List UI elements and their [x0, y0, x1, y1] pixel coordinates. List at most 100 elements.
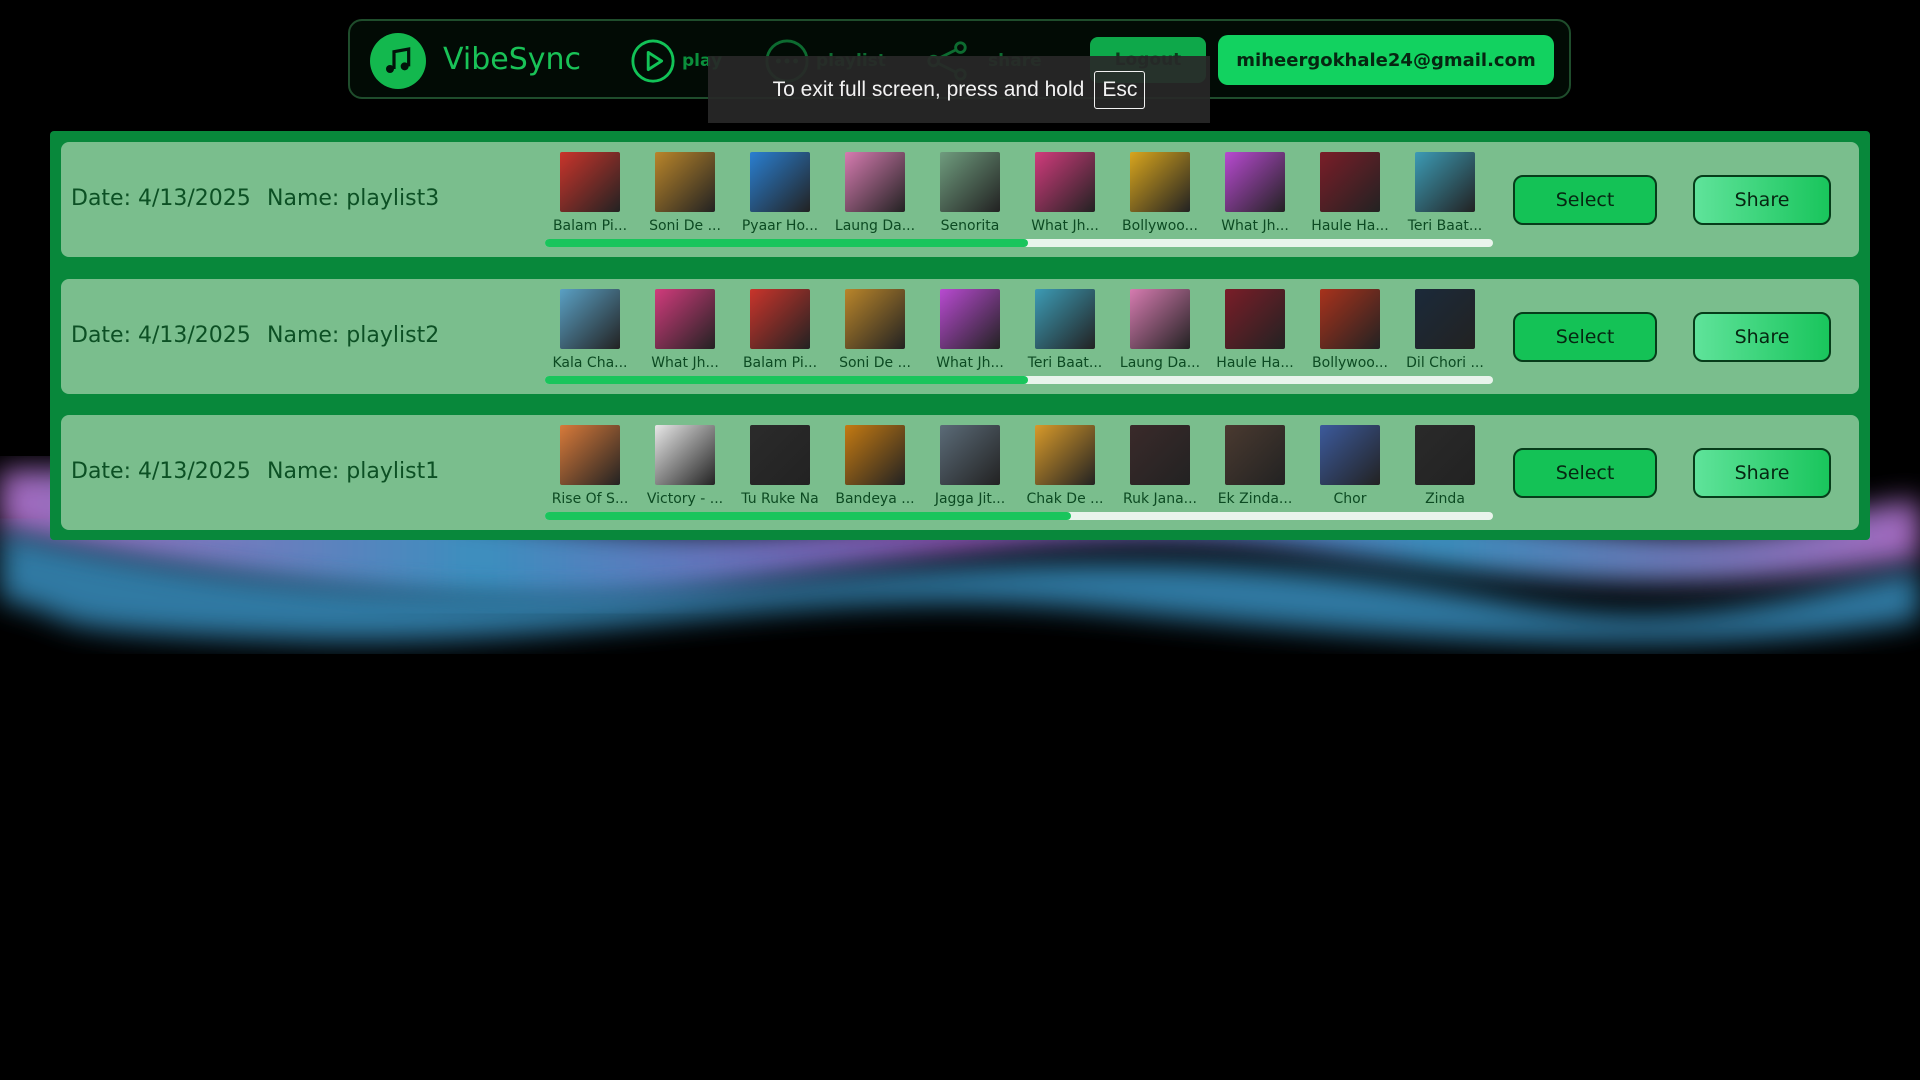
song-item[interactable]: Balam Pi... — [735, 289, 825, 371]
song-cover — [655, 152, 715, 212]
song-title: Bollywoo... — [1122, 218, 1198, 234]
user-email-button[interactable]: miheergokhale24@gmail.com — [1218, 35, 1554, 85]
song-cover — [1225, 289, 1285, 349]
scrollbar-thumb[interactable] — [545, 512, 1072, 520]
song-title: Pyaar Ho... — [741, 218, 819, 234]
playlist-name: Name: playlist1 — [267, 459, 440, 484]
song-title: Rise Of S... — [551, 491, 629, 507]
song-item[interactable]: What Jh... — [1210, 152, 1300, 234]
scrollbar-thumb[interactable] — [545, 239, 1029, 247]
select-button[interactable]: Select — [1513, 175, 1657, 225]
song-title: Chor — [1333, 491, 1367, 507]
playlist-row: Date: 4/13/2025 Name: playlist3 Balam Pi..… — [61, 142, 1859, 257]
song-item[interactable]: Teri Baat... — [1020, 289, 1110, 371]
song-cover — [1130, 152, 1190, 212]
share-button[interactable]: Share — [1693, 312, 1831, 362]
song-cover — [750, 152, 810, 212]
song-cover — [1320, 152, 1380, 212]
music-note-icon[interactable] — [370, 33, 426, 89]
song-item[interactable]: Dil Chori ... — [1400, 289, 1490, 371]
song-item[interactable]: Teri Baat... — [1400, 152, 1490, 234]
song-cover — [1225, 425, 1285, 485]
song-item[interactable]: Ruk Jana... — [1115, 425, 1205, 507]
song-title: Senorita — [940, 218, 1000, 234]
song-cover — [1415, 289, 1475, 349]
song-item[interactable]: Rise Of S... — [545, 425, 635, 507]
song-scrollbar[interactable] — [545, 512, 1493, 520]
song-item[interactable]: Laung Da... — [830, 152, 920, 234]
playlist-date: Date: 4/13/2025 — [71, 186, 251, 211]
song-cover — [1035, 425, 1095, 485]
song-cover — [940, 289, 1000, 349]
song-item[interactable]: Soni De ... — [640, 152, 730, 234]
song-cover — [655, 289, 715, 349]
song-title: What Jh... — [651, 355, 719, 371]
song-scrollbar[interactable] — [545, 239, 1493, 247]
song-item[interactable]: Pyaar Ho... — [735, 152, 825, 234]
select-button[interactable]: Select — [1513, 312, 1657, 362]
playlist-name: Name: playlist2 — [267, 323, 440, 348]
song-cover — [940, 425, 1000, 485]
song-cover — [845, 425, 905, 485]
song-item[interactable]: Balam Pi... — [545, 152, 635, 234]
song-item[interactable]: Chor — [1305, 425, 1395, 507]
song-strip[interactable]: Rise Of S... Victory - ... Tu Ruke Na Bande… — [545, 425, 1493, 515]
song-item[interactable]: Bandeya ... — [830, 425, 920, 507]
song-title: What Jh... — [1221, 218, 1289, 234]
song-item[interactable]: Soni De ... — [830, 289, 920, 371]
play-circle-icon — [631, 39, 675, 83]
song-strip[interactable]: Kala Cha... What Jh... Balam Pi... Soni De … — [545, 289, 1493, 379]
song-cover — [845, 289, 905, 349]
playlist-row: Date: 4/13/2025 Name: playlist2 Kala Cha..… — [61, 279, 1859, 394]
toast-text: To exit full screen, press and hold — [772, 77, 1085, 101]
song-item[interactable]: Bollywoo... — [1115, 152, 1205, 234]
toast-key: Esc — [1094, 70, 1146, 109]
song-item[interactable]: Bollywoo... — [1305, 289, 1395, 371]
song-cover — [1415, 152, 1475, 212]
song-item[interactable]: Kala Cha... — [545, 289, 635, 371]
song-strip[interactable]: Balam Pi... Soni De ... Pyaar Ho... Laung D… — [545, 152, 1493, 242]
song-title: Bollywoo... — [1312, 355, 1388, 371]
song-item[interactable]: Zinda — [1400, 425, 1490, 507]
song-item[interactable]: Haule Ha... — [1305, 152, 1395, 234]
song-title: Balam Pi... — [742, 355, 818, 371]
song-item[interactable]: Senorita — [925, 152, 1015, 234]
song-item[interactable]: Tu Ruke Na — [735, 425, 825, 507]
share-button[interactable]: Share — [1693, 175, 1831, 225]
song-cover — [1035, 289, 1095, 349]
song-title: Kala Cha... — [552, 355, 628, 371]
song-item[interactable]: What Jh... — [925, 289, 1015, 371]
song-item[interactable]: Haule Ha... — [1210, 289, 1300, 371]
song-title: Laung Da... — [1119, 355, 1201, 371]
song-title: Jagga Jit... — [934, 491, 1006, 507]
fullscreen-toast: To exit full screen, press and hold Esc — [708, 56, 1210, 123]
song-title: Zinda — [1425, 491, 1465, 507]
share-button[interactable]: Share — [1693, 448, 1831, 498]
song-item[interactable]: Jagga Jit... — [925, 425, 1015, 507]
song-title: Teri Baat... — [1407, 218, 1483, 234]
song-title: Laung Da... — [834, 218, 916, 234]
song-title: Tu Ruke Na — [741, 491, 819, 507]
song-scrollbar[interactable] — [545, 376, 1493, 384]
song-item[interactable]: Victory - ... — [640, 425, 730, 507]
playlist-date: Date: 4/13/2025 — [71, 459, 251, 484]
song-title: Teri Baat... — [1027, 355, 1103, 371]
song-item[interactable]: What Jh... — [1020, 152, 1110, 234]
song-cover — [750, 289, 810, 349]
scrollbar-thumb[interactable] — [545, 376, 1029, 384]
song-title: What Jh... — [936, 355, 1004, 371]
playlist-row: Date: 4/13/2025 Name: playlist1 Rise Of S.… — [61, 415, 1859, 530]
song-title: Haule Ha... — [1311, 218, 1389, 234]
playlist-name: Name: playlist3 — [267, 186, 440, 211]
select-button[interactable]: Select — [1513, 448, 1657, 498]
song-cover — [1130, 289, 1190, 349]
song-title: Dil Chori ... — [1406, 355, 1484, 371]
song-item[interactable]: Chak De ... — [1020, 425, 1110, 507]
song-item[interactable]: Laung Da... — [1115, 289, 1205, 371]
song-cover — [1320, 289, 1380, 349]
song-title: Ek Zinda... — [1217, 491, 1293, 507]
song-item[interactable]: What Jh... — [640, 289, 730, 371]
song-cover — [940, 152, 1000, 212]
song-cover — [560, 289, 620, 349]
song-item[interactable]: Ek Zinda... — [1210, 425, 1300, 507]
